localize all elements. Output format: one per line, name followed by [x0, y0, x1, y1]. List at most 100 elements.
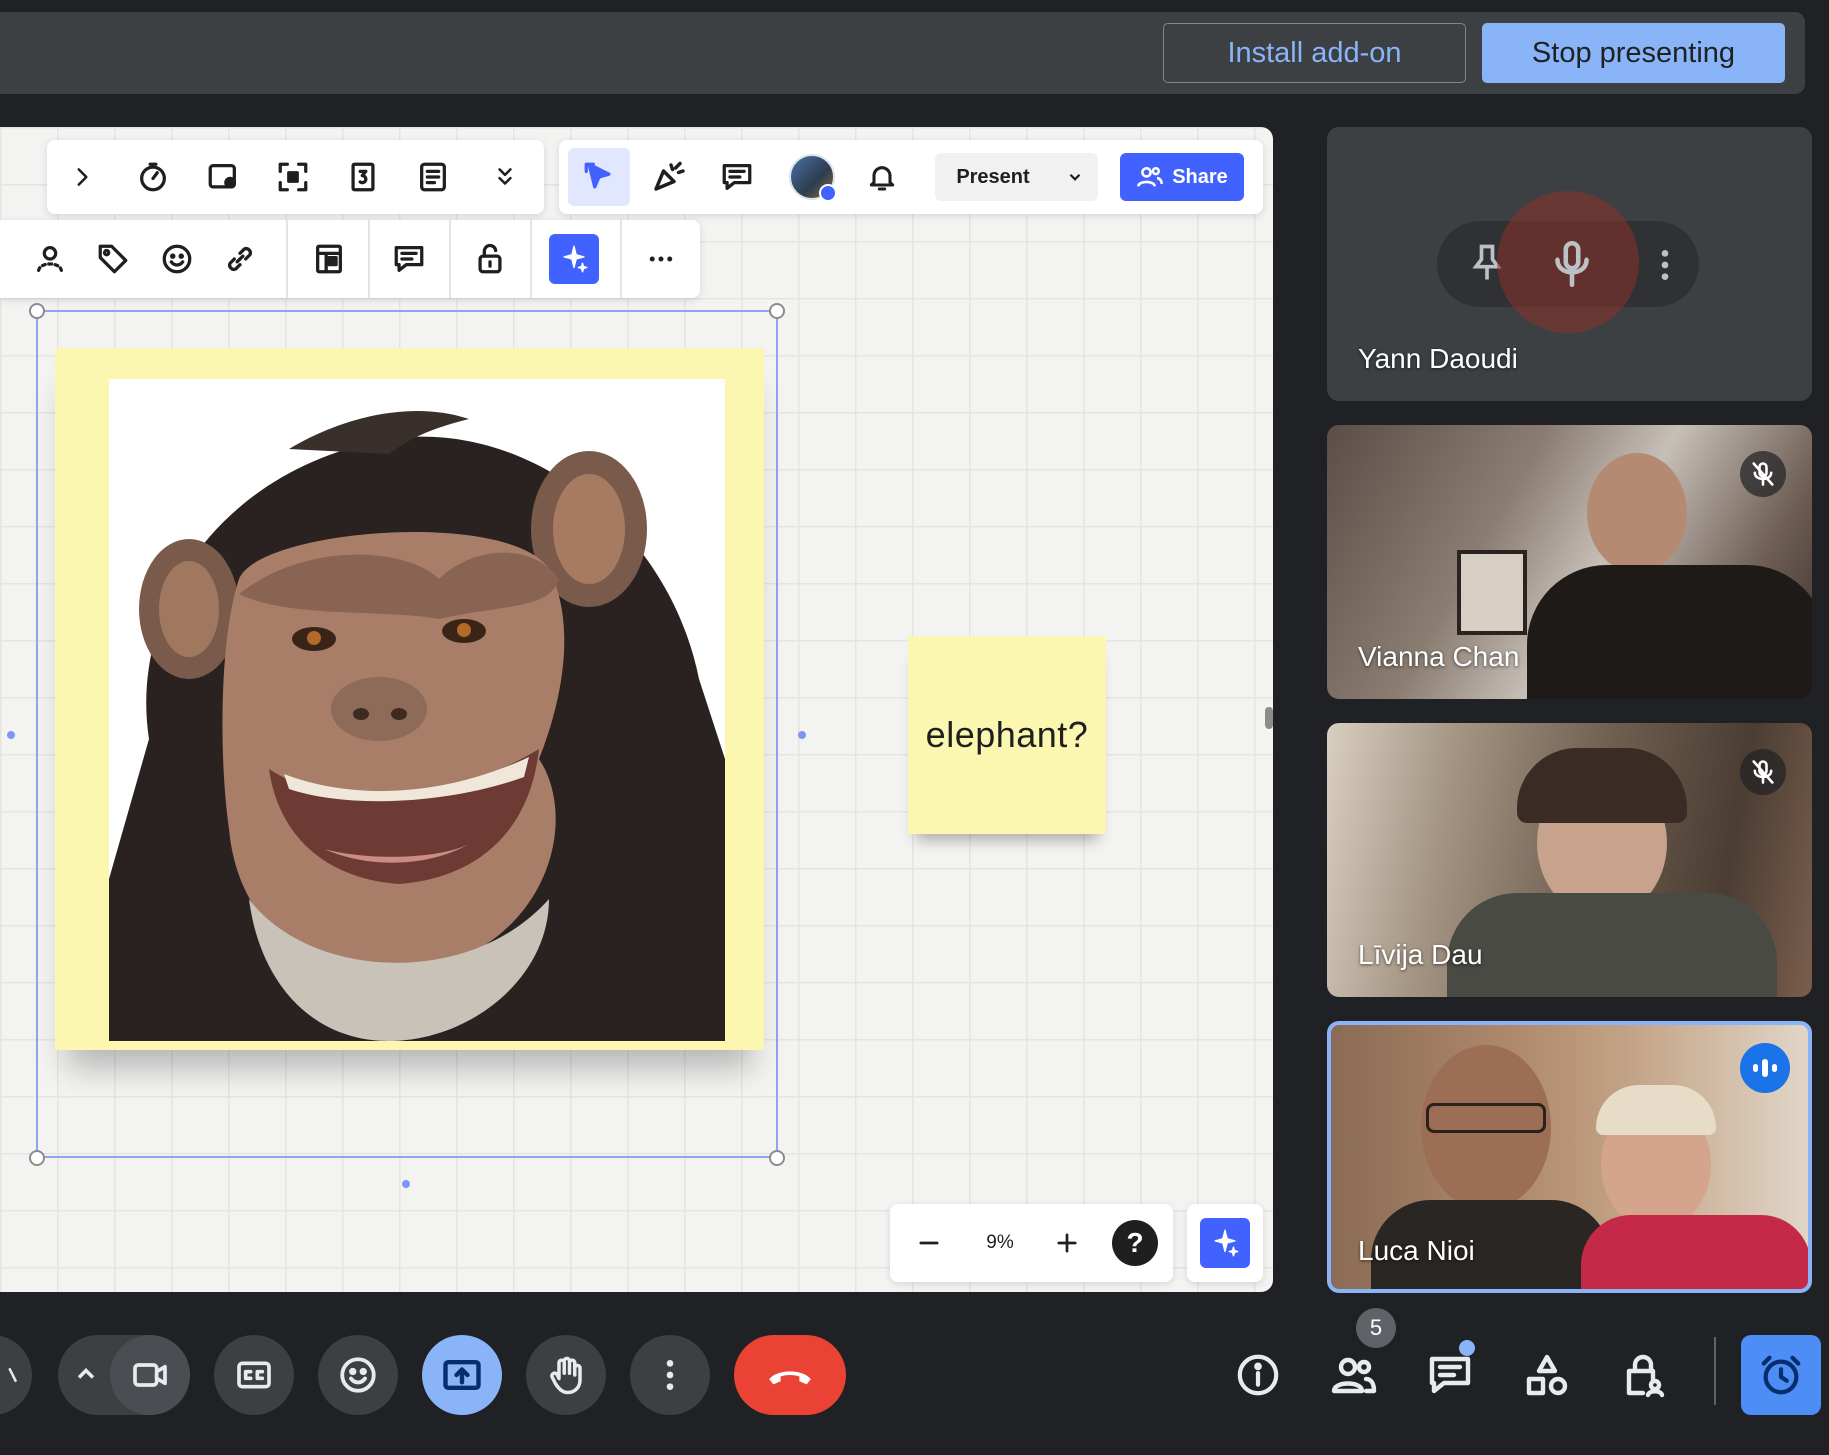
resize-handle[interactable] — [29, 1150, 45, 1166]
camera-toggle-icon[interactable] — [110, 1335, 190, 1415]
vertical-scrollbar[interactable] — [1265, 707, 1273, 729]
resize-handle[interactable] — [29, 303, 45, 319]
share-label: Share — [1172, 165, 1228, 188]
user-avatar[interactable] — [785, 150, 839, 204]
wall-picture — [1457, 550, 1527, 635]
participant-video-body-2 — [1581, 1215, 1808, 1289]
connector-dot[interactable] — [798, 731, 806, 739]
more-tools-chevron-icon[interactable] — [480, 152, 530, 202]
raise-hand-button[interactable] — [526, 1335, 606, 1415]
microphone-icon[interactable] — [1547, 237, 1597, 291]
expand-chevron-icon[interactable] — [57, 152, 107, 202]
divider — [620, 220, 622, 298]
selection-context-toolbar — [0, 220, 700, 298]
divider — [530, 220, 532, 298]
ai-assist-panel — [1187, 1204, 1263, 1282]
board-toolbar-left — [47, 140, 544, 214]
connector-dot[interactable] — [7, 731, 15, 739]
participant-name: Luca Nioi — [1358, 1235, 1475, 1266]
resize-handle[interactable] — [769, 303, 785, 319]
alarm-clock-icon — [1761, 1355, 1801, 1395]
zoom-in-icon[interactable] — [1042, 1218, 1092, 1268]
assign-user-icon[interactable] — [25, 234, 75, 284]
present-screen-icon — [443, 1359, 481, 1391]
hand-icon — [550, 1356, 582, 1395]
tile-hover-controls — [1437, 191, 1699, 333]
camera-control-group — [58, 1335, 190, 1415]
timer-alarm-button[interactable] — [1741, 1335, 1821, 1415]
divider — [449, 220, 451, 298]
divider — [286, 220, 288, 298]
more-vertical-icon[interactable] — [1645, 245, 1685, 285]
chevron-icon — [8, 1367, 18, 1383]
hang-up-icon — [769, 1371, 811, 1385]
help-icon[interactable]: ? — [1112, 1220, 1158, 1266]
meeting-info-icon[interactable] — [1225, 1342, 1291, 1408]
more-horizontal-icon[interactable] — [636, 234, 686, 284]
participant-name: Līvija Dau — [1358, 939, 1483, 970]
focus-icon[interactable] — [268, 152, 318, 202]
captions-icon — [237, 1361, 271, 1389]
participant-name: Vianna Chan — [1358, 641, 1520, 672]
present-dropdown-chevron-icon[interactable] — [1051, 153, 1098, 201]
mic-options-button[interactable] — [0, 1335, 32, 1415]
more-options-button[interactable] — [630, 1335, 710, 1415]
sticky-note-elephant[interactable]: elephant? — [908, 636, 1106, 834]
zoom-controls: 9% ? — [890, 1204, 1173, 1282]
emoji-reactions-button[interactable] — [318, 1335, 398, 1415]
chat-unread-dot — [1459, 1340, 1475, 1356]
share-button[interactable]: Share — [1120, 153, 1244, 201]
tag-icon[interactable] — [88, 234, 138, 284]
camera-options-chevron-icon[interactable] — [72, 1360, 100, 1388]
install-addon-button[interactable]: Install add-on — [1163, 23, 1466, 83]
present-now-button[interactable] — [422, 1335, 502, 1415]
bell-icon[interactable] — [857, 152, 907, 202]
participant-name: Yann Daoudi — [1358, 343, 1518, 374]
participant-video-face — [1587, 453, 1687, 573]
connector-dot[interactable] — [402, 1180, 410, 1188]
layout-icon[interactable] — [304, 234, 354, 284]
muted-mic-icon — [1740, 749, 1786, 795]
participant-tile-livija[interactable]: Līvija Dau — [1327, 723, 1812, 997]
countdown-icon[interactable] — [338, 152, 388, 202]
emoji-reaction-icon[interactable] — [152, 234, 202, 284]
zoom-out-icon[interactable] — [904, 1218, 954, 1268]
more-vertical-icon — [666, 1360, 674, 1390]
link-icon[interactable] — [215, 234, 265, 284]
muted-mic-icon — [1740, 451, 1786, 497]
participant-video-body — [1527, 565, 1812, 699]
zoom-level[interactable]: 9% — [970, 1204, 1030, 1282]
participant-tile-self[interactable]: Yann Daoudi — [1327, 127, 1812, 401]
present-control: Present — [935, 153, 1098, 201]
leave-call-button[interactable] — [734, 1335, 846, 1415]
whiteboard-canvas[interactable]: Present Share elephant? 9% ? — [0, 127, 1273, 1292]
sticky-note-text: elephant? — [925, 714, 1089, 755]
chimpanzee-photo — [109, 379, 725, 1041]
participant-tile-luca[interactable]: Luca Nioi — [1327, 1021, 1812, 1293]
lock-icon[interactable] — [465, 234, 515, 284]
speaking-indicator-icon — [1740, 1043, 1790, 1093]
people-icon — [1137, 166, 1164, 187]
comments-icon[interactable] — [712, 152, 762, 202]
timer-icon[interactable] — [128, 152, 178, 202]
captions-button[interactable] — [214, 1335, 294, 1415]
ai-assist-sparkle-icon[interactable] — [1200, 1218, 1250, 1268]
activities-icon[interactable] — [1514, 1342, 1580, 1408]
present-button[interactable]: Present — [935, 153, 1051, 201]
cursor-tool-icon[interactable] — [568, 148, 630, 206]
sticky-note-photo[interactable] — [55, 348, 764, 1050]
notes-icon[interactable] — [408, 152, 458, 202]
people-icon[interactable] — [1321, 1342, 1387, 1408]
participant-video-hair-2 — [1596, 1085, 1716, 1135]
presenting-bar: Install add-on Stop presenting — [0, 12, 1805, 94]
celebrate-icon[interactable] — [643, 152, 693, 202]
emoji-icon — [340, 1357, 376, 1393]
stop-presenting-button[interactable]: Stop presenting — [1482, 23, 1785, 83]
participant-video-body — [1447, 893, 1777, 997]
participant-tile-vianna[interactable]: Vianna Chan — [1327, 425, 1812, 699]
ai-sparkle-icon[interactable] — [549, 234, 599, 284]
resize-handle[interactable] — [769, 1150, 785, 1166]
comment-icon[interactable] — [384, 234, 434, 284]
frame-icon[interactable] — [198, 152, 248, 202]
host-controls-lock-icon[interactable] — [1610, 1342, 1676, 1408]
